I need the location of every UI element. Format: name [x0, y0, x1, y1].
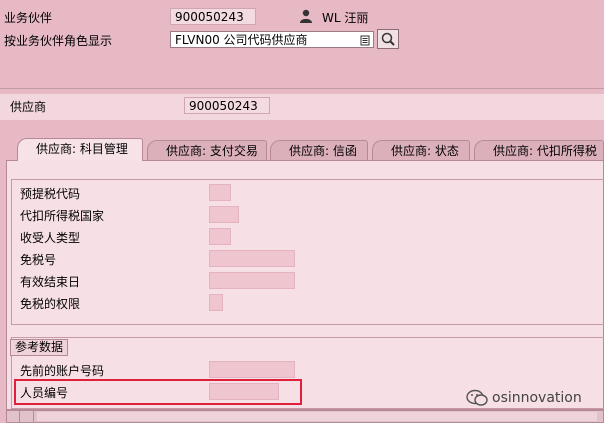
user-icon — [298, 9, 314, 23]
list-icon[interactable] — [360, 34, 370, 46]
user-name: WL 汪丽 — [322, 11, 369, 25]
valid-end-date-field[interactable] — [209, 272, 295, 289]
role-select[interactable]: FLVN00 公司代码供应商 — [170, 31, 374, 48]
tab-payment-transactions[interactable]: 供应商: 支付交易 — [147, 140, 267, 160]
scroll-left-button[interactable] — [7, 411, 20, 422]
withholding-tax-code-label: 预提税代码 — [20, 187, 81, 201]
scroll-thumb[interactable] — [37, 412, 597, 421]
valid-end-date-label: 有效结束日 — [20, 275, 81, 289]
recipient-type-field[interactable] — [209, 228, 231, 245]
previous-account-field[interactable] — [209, 361, 295, 378]
exemption-number-field[interactable] — [209, 250, 295, 267]
search-icon — [381, 32, 395, 46]
exemption-authority-label: 免税的权限 — [20, 297, 81, 311]
withholding-tax-group — [11, 179, 604, 325]
exemption-authority-field[interactable] — [209, 294, 223, 311]
previous-account-label: 先前的账户号码 — [20, 364, 105, 378]
highlight-box — [14, 379, 302, 405]
withholding-tax-code-field[interactable] — [209, 184, 231, 201]
horizontal-scrollbar[interactable] — [6, 410, 604, 423]
tab-withholding-tax[interactable]: 供应商: 代扣所得税 — [474, 140, 604, 160]
role-label: 按业务伙伴角色显示 — [4, 34, 113, 48]
tab-status[interactable]: 供应商: 状态 — [372, 140, 470, 160]
vendor-strip — [0, 94, 604, 120]
withholding-country-field[interactable] — [209, 206, 239, 223]
search-button[interactable] — [377, 29, 399, 49]
watermark-text: osinnovation — [492, 390, 582, 406]
reference-data-title: 参考数据 — [10, 339, 69, 356]
header-divider — [0, 88, 604, 89]
reference-data-title-text: 参考数据 — [15, 340, 64, 354]
tab-account-management[interactable]: 供应商: 科目管理 — [17, 138, 143, 161]
vendor-label: 供应商 — [10, 100, 47, 114]
vendor-field[interactable]: 900050243 — [184, 97, 270, 114]
wechat-icon — [466, 389, 488, 406]
withholding-country-label: 代扣所得税国家 — [20, 209, 105, 223]
scroll-right-button[interactable] — [21, 411, 34, 422]
tab-correspondence[interactable]: 供应商: 信函 — [270, 140, 368, 160]
recipient-type-label: 收受人类型 — [20, 231, 81, 245]
watermark: osinnovation — [466, 388, 596, 408]
partner-label: 业务伙伴 — [4, 11, 53, 25]
role-value: FLVN00 公司代码供应商 — [175, 33, 308, 47]
exemption-number-label: 免税号 — [20, 253, 57, 267]
partner-field[interactable]: 900050243 — [170, 8, 256, 25]
